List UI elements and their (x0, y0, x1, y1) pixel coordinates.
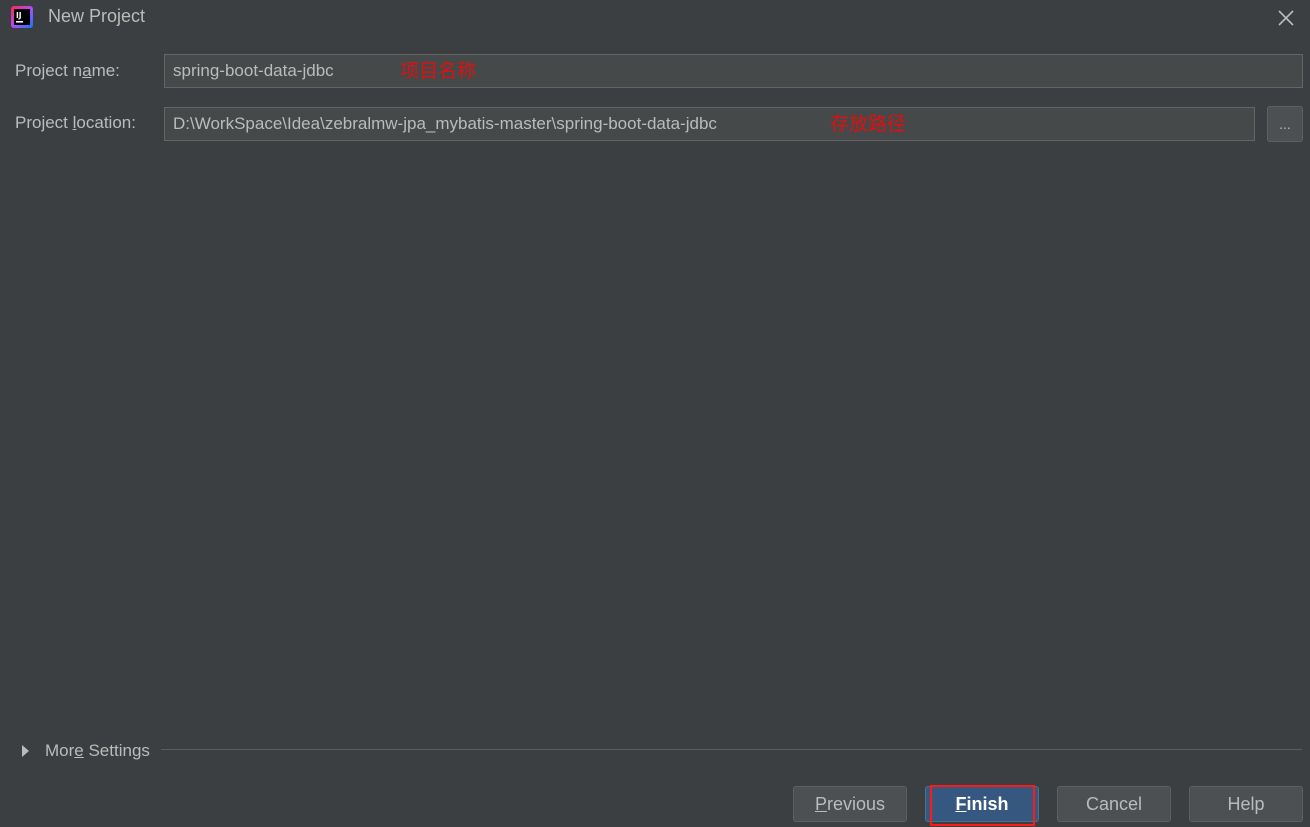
browse-location-button[interactable]: ... (1267, 106, 1303, 142)
cancel-button[interactable]: Cancel (1057, 786, 1171, 822)
svg-text:IJ: IJ (16, 11, 22, 20)
help-button[interactable]: Help (1189, 786, 1303, 822)
new-project-dialog: IJ New Project Project name: 项目名称 Projec… (0, 0, 1310, 827)
finish-button[interactable]: Finish (925, 786, 1039, 822)
project-location-input[interactable] (164, 107, 1255, 141)
intellij-app-icon: IJ (11, 6, 33, 28)
expand-triangle-icon (22, 745, 29, 757)
project-name-input[interactable] (164, 54, 1303, 88)
title-bar: IJ New Project (0, 0, 1310, 36)
more-settings-toggle[interactable]: More Settings (22, 739, 150, 763)
previous-button[interactable]: Previous (793, 786, 907, 822)
project-name-label: Project name: (15, 61, 120, 80)
close-icon[interactable] (1274, 6, 1298, 30)
dialog-title: New Project (48, 6, 146, 26)
more-settings-separator (161, 749, 1302, 750)
more-settings-label: More Settings (45, 741, 150, 760)
project-location-label: Project location: (15, 113, 136, 132)
